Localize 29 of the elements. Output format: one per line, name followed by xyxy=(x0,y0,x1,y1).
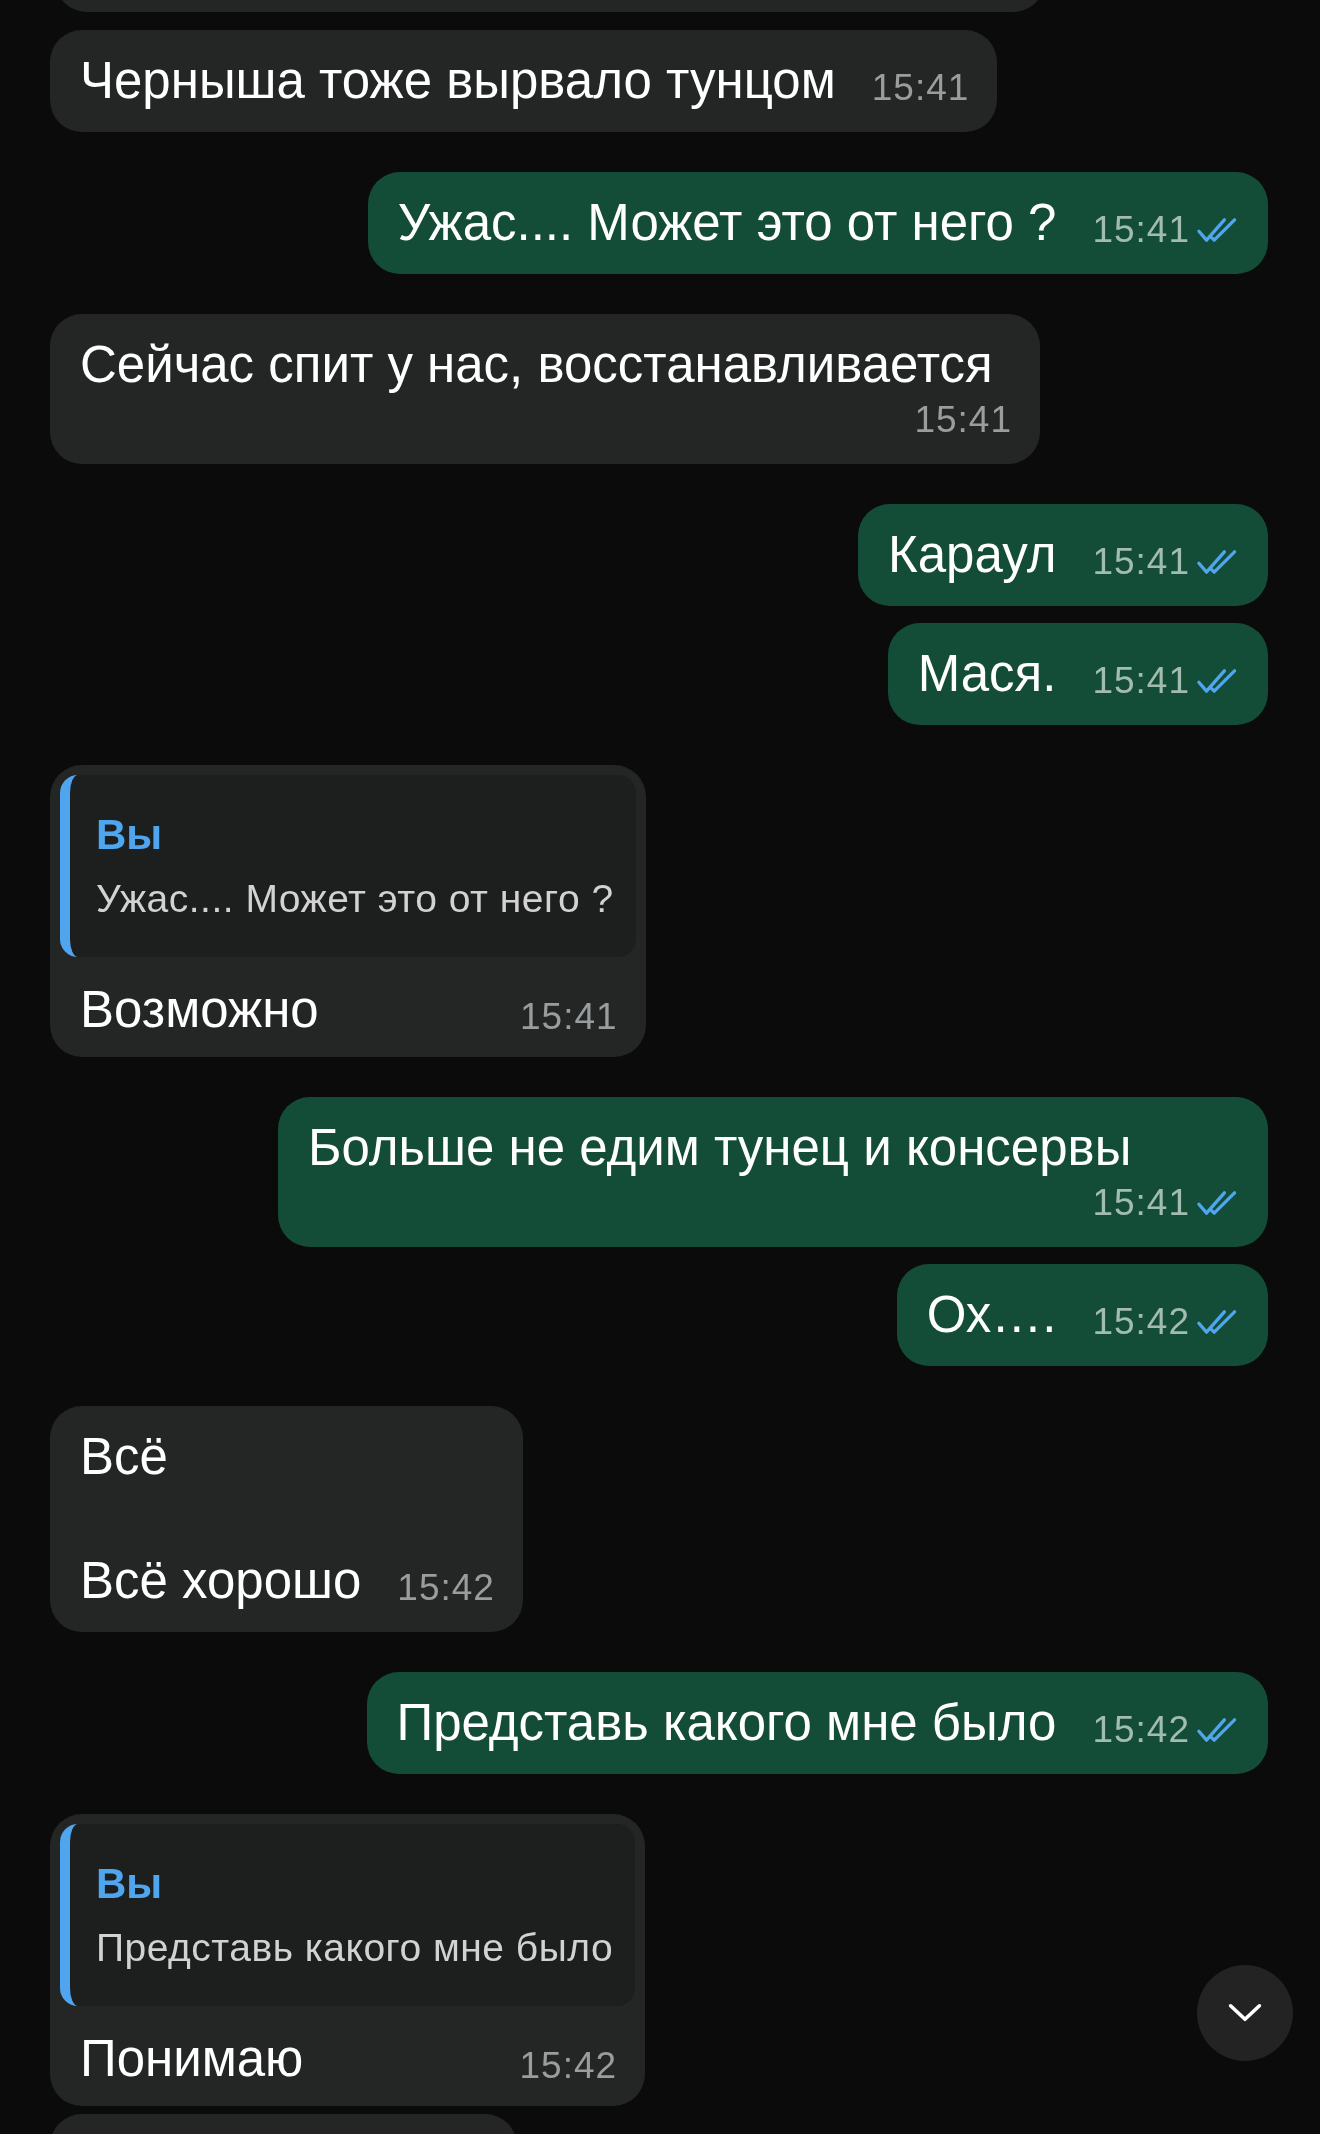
message-time: 15:41 xyxy=(1092,209,1190,251)
message-time: 15:41 xyxy=(1092,660,1190,702)
quote-author: Вы xyxy=(96,1860,164,1908)
message-time: 15:41 xyxy=(1092,1182,1190,1224)
quoted-message[interactable]: Вы Представь какого мне было xyxy=(60,1824,636,2006)
quote-author: Вы xyxy=(96,811,164,859)
message-time: 15:42 xyxy=(519,2045,618,2087)
message-text: Сейчас спит у нас, восстанавливается xyxy=(80,335,993,395)
message-time: 15:42 xyxy=(1092,1301,1190,1343)
message-text: Больше не едим тунец и консервы xyxy=(308,1118,1132,1178)
message-text: Возможно xyxy=(80,980,319,1040)
message-text: Всё Всё хорошо xyxy=(80,1427,362,1611)
message-time: 15:41 xyxy=(871,67,970,109)
message-time: 15:42 xyxy=(1092,1709,1190,1751)
message-time: 15:41 xyxy=(914,399,1012,441)
message-text: Черныша тоже вырвало тунцом xyxy=(80,51,836,111)
message-time: 15:41 xyxy=(520,996,618,1038)
message-text: Караул xyxy=(888,525,1057,585)
message-text: Ох…. xyxy=(926,1285,1057,1345)
quoted-message[interactable]: Вы Ужас.... Может это от него ? xyxy=(60,775,636,957)
chevron-down-icon xyxy=(1227,2002,1263,2024)
message-text: Мася. xyxy=(917,644,1057,704)
message-text: Ужас.... Может это от него ? xyxy=(397,193,1057,253)
message-time: 15:41 xyxy=(1092,541,1190,583)
message-time: 15:42 xyxy=(397,1567,495,1609)
message-text: Представь какого мне было xyxy=(396,1693,1057,1753)
quote-text: Ужас.... Может это от него ? xyxy=(96,877,614,921)
quote-text: Представь какого мне было xyxy=(96,1926,614,1970)
message-text: Понимаю xyxy=(80,2029,304,2089)
